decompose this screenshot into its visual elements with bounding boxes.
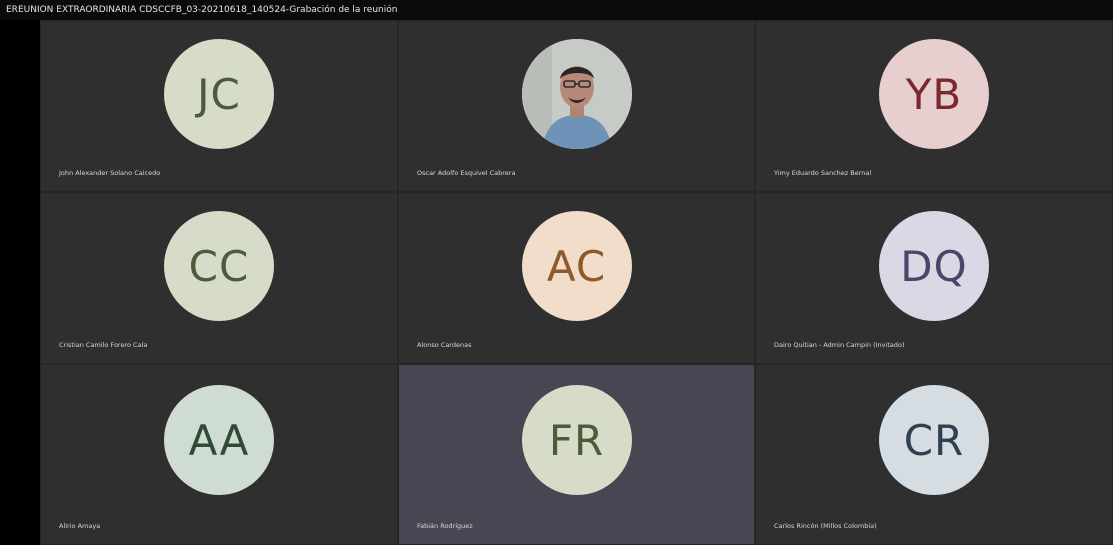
avatar: DQ	[879, 211, 989, 321]
participant-tile[interactable]: CC Cristian Camilo Forero Cala	[40, 192, 398, 364]
window-title: EREUNION EXTRAORDINARIA CDSCCFB_03-20210…	[0, 0, 1113, 20]
participant-tile[interactable]: JC John Alexander Solano Caicedo	[40, 20, 398, 192]
avatar: AA	[164, 385, 274, 495]
video-avatar	[521, 39, 632, 149]
left-sidebar	[0, 20, 40, 545]
avatar: JC	[164, 39, 274, 149]
participant-tile-active-speaker[interactable]: FR Fabián Rodríguez	[398, 364, 755, 545]
participant-name: Carlos Rincón (Millos Colombia)	[774, 522, 877, 530]
participant-name: Cristian Camilo Forero Cala	[59, 341, 148, 349]
participant-tile[interactable]: AC Alonso Cardenas	[398, 192, 755, 364]
participant-tile[interactable]: CR Carlos Rincón (Millos Colombia)	[755, 364, 1113, 545]
participant-name: Oscar Adolfo Esquivel Cabrera	[417, 169, 516, 177]
participant-tile[interactable]: AA Alirio Amaya	[40, 364, 398, 545]
participant-tile[interactable]: YB Yimy Eduardo Sanchez Bernal	[755, 20, 1113, 192]
participant-name: Alonso Cardenas	[417, 341, 472, 349]
participant-tile[interactable]: Oscar Adolfo Esquivel Cabrera	[398, 20, 755, 192]
avatar: YB	[879, 39, 989, 149]
avatar: CC	[164, 211, 274, 321]
avatar: AC	[521, 211, 632, 321]
avatar: CR	[879, 385, 989, 495]
participant-name: John Alexander Solano Caicedo	[59, 169, 161, 177]
participant-name: Fabián Rodríguez	[417, 522, 473, 530]
participant-tile[interactable]: DQ Dairo Quitian - Admin Campin (Invitad…	[755, 192, 1113, 364]
participant-name: Alirio Amaya	[59, 522, 101, 530]
participant-name: Dairo Quitian - Admin Campin (Invitado)	[774, 341, 905, 349]
person-video-icon	[521, 39, 632, 149]
participant-grid: JC John Alexander Solano Caicedo Oscar A…	[40, 20, 1113, 545]
participant-name: Yimy Eduardo Sanchez Bernal	[774, 169, 872, 177]
avatar: FR	[521, 385, 632, 495]
